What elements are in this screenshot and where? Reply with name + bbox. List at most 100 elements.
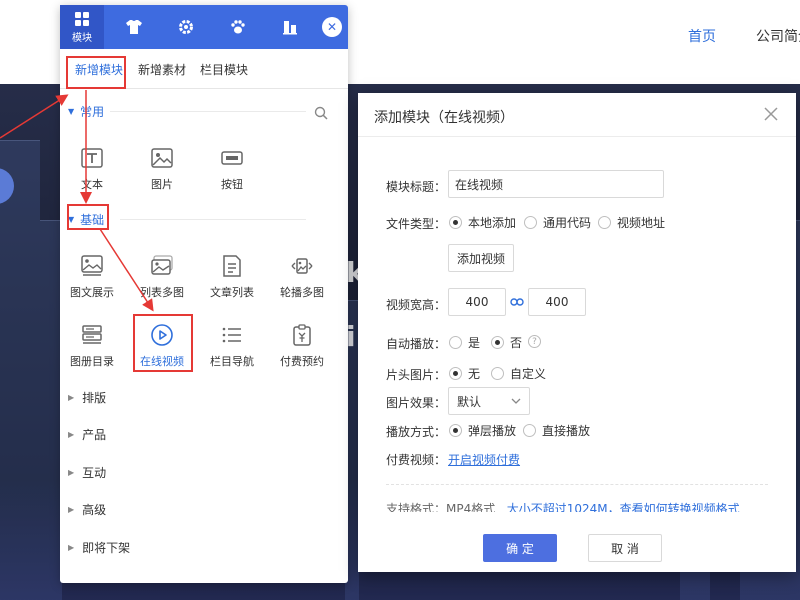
tile-album[interactable]: 图册目录 (62, 323, 122, 373)
caret-right-icon: ▶ (68, 468, 75, 477)
section-common-title: 常用 (80, 105, 105, 119)
nav-company-link[interactable]: 公司简介 (756, 26, 800, 46)
tab-modules-label: 模块 (72, 32, 92, 44)
radio-cover-none[interactable]: 无 (449, 365, 480, 382)
tile-button-label: 按钮 (221, 178, 243, 191)
search-icon[interactable] (314, 106, 328, 120)
paw-icon (231, 20, 245, 34)
subtab-column-module[interactable]: 栏目模块 (200, 61, 248, 78)
tab-settings[interactable] (164, 5, 208, 49)
radio-embed-code-label: 通用代码 (543, 216, 592, 230)
confirm-button[interactable]: 确 定 (483, 534, 557, 562)
radio-video-url[interactable]: 视频地址 (598, 214, 665, 231)
paid-video-label: 付费视频： (386, 453, 447, 467)
radio-dot (449, 216, 462, 229)
tile-album-label: 图册目录 (70, 355, 114, 368)
tile-image[interactable]: 图片 (132, 146, 192, 196)
section-deprecated[interactable]: ▶ 即将下架 (68, 539, 130, 556)
highlight-box-subtab (66, 56, 126, 89)
radio-dot (449, 424, 462, 437)
chevron-down-icon (511, 398, 521, 404)
radio-autoplay-yes[interactable]: 是 (449, 334, 480, 351)
section-divider (110, 111, 306, 112)
tab-modules[interactable]: 模块 (60, 5, 104, 49)
section-layout[interactable]: ▶ 排版 (68, 389, 106, 406)
carousel-icon (291, 258, 313, 274)
tab-plugins[interactable] (216, 5, 260, 49)
section-product[interactable]: ▶ 产品 (68, 426, 106, 443)
subtab-add-material[interactable]: 新增素材 (138, 61, 186, 78)
module-title-input[interactable] (448, 170, 664, 198)
tile-text-label: 文本 (81, 178, 103, 191)
nav-home-link[interactable]: 首页 (688, 26, 716, 46)
tile-image-text-label: 图文展示 (70, 286, 114, 299)
enable-paid-video-link[interactable]: 开启视频付费 (448, 451, 520, 468)
module-title-label: 模块标题： (386, 180, 447, 194)
album-icon (82, 325, 102, 344)
tab-stats[interactable] (268, 5, 312, 49)
width-input[interactable] (448, 288, 506, 316)
radio-cover-custom-label: 自定义 (510, 367, 547, 381)
height-input[interactable] (528, 288, 586, 316)
tile-paid-booking-label: 付费预约 (280, 355, 324, 368)
section-product-title: 产品 (82, 428, 107, 442)
tile-article-list[interactable]: 文章列表 (202, 254, 262, 304)
radio-dot (523, 424, 536, 437)
section-advanced-title: 高级 (82, 503, 107, 517)
section-interaction[interactable]: ▶ 互动 (68, 464, 106, 481)
tile-image-text[interactable]: 图文展示 (62, 254, 122, 304)
radio-dot (524, 216, 537, 229)
grid-icon (75, 11, 89, 26)
tile-carousel-label: 轮播多图 (280, 286, 324, 299)
add-video-button[interactable]: 添加视频 (448, 244, 514, 272)
tile-gallery[interactable]: 列表多图 (132, 254, 192, 304)
cancel-button[interactable]: 取 消 (588, 534, 662, 562)
image-effect-label: 图片效果： (386, 396, 447, 410)
tile-column-nav[interactable]: 栏目导航 (202, 323, 262, 373)
radio-cover-none-label: 无 (468, 367, 481, 381)
tile-paid-booking[interactable]: 付费预约 (272, 323, 332, 373)
shirt-icon (126, 20, 142, 34)
paid-booking-icon (293, 324, 311, 346)
highlight-box-video (133, 314, 193, 372)
radio-local[interactable]: 本地添加 (449, 214, 516, 231)
tab-style[interactable] (112, 5, 156, 49)
radio-cover-custom[interactable]: 自定义 (491, 365, 546, 382)
tile-text[interactable]: 文本 (62, 146, 122, 196)
radio-popup-play[interactable]: 弹层播放 (449, 422, 516, 439)
radio-direct-play-label: 直接播放 (542, 424, 591, 438)
radio-autoplay-yes-label: 是 (468, 336, 481, 350)
radio-dot (491, 336, 504, 349)
tile-article-list-label: 文章列表 (210, 286, 254, 299)
close-icon[interactable] (761, 104, 781, 124)
radio-video-url-label: 视频地址 (617, 216, 666, 230)
play-mode-label: 播放方式： (386, 425, 447, 439)
tile-carousel[interactable]: 轮播多图 (272, 254, 332, 304)
tile-column-nav-label: 栏目导航 (210, 355, 254, 368)
radio-direct-play[interactable]: 直接播放 (523, 422, 590, 439)
radio-embed-code[interactable]: 通用代码 (524, 214, 591, 231)
section-divider (120, 219, 306, 220)
section-common-header[interactable]: ▼ 常用 (68, 103, 104, 120)
chart-icon (283, 21, 297, 35)
radio-autoplay-no[interactable]: 否 (491, 334, 522, 351)
highlight-box-basic (67, 204, 109, 230)
section-interaction-title: 互动 (82, 466, 107, 480)
caret-right-icon: ▶ (68, 543, 75, 552)
button-icon (221, 151, 243, 165)
help-icon[interactable]: ? (528, 335, 541, 348)
convert-format-link[interactable]: 大小不超过1024M，查看如何转换视频格式 (507, 502, 740, 512)
autoplay-label: 自动播放： (386, 337, 447, 351)
gallery-icon (151, 255, 173, 275)
tile-button[interactable]: 按钮 (202, 146, 262, 196)
close-icon: ✕ (326, 20, 338, 34)
tile-image-label: 图片 (151, 178, 173, 191)
image-effect-select[interactable]: 默认 (448, 387, 530, 415)
link-ratio-icon[interactable] (510, 295, 524, 309)
section-advanced[interactable]: ▶ 高级 (68, 501, 106, 518)
dialog-title: 添加模块（在线视频） (374, 110, 514, 126)
radio-local-label: 本地添加 (468, 216, 517, 230)
caret-right-icon: ▶ (68, 505, 75, 514)
panel-close-button[interactable]: ✕ (322, 17, 342, 37)
add-module-dialog: 添加模块（在线视频） 模块标题： 文件类型： 本地添加 通用代码 视频地址 添加… (358, 93, 796, 572)
